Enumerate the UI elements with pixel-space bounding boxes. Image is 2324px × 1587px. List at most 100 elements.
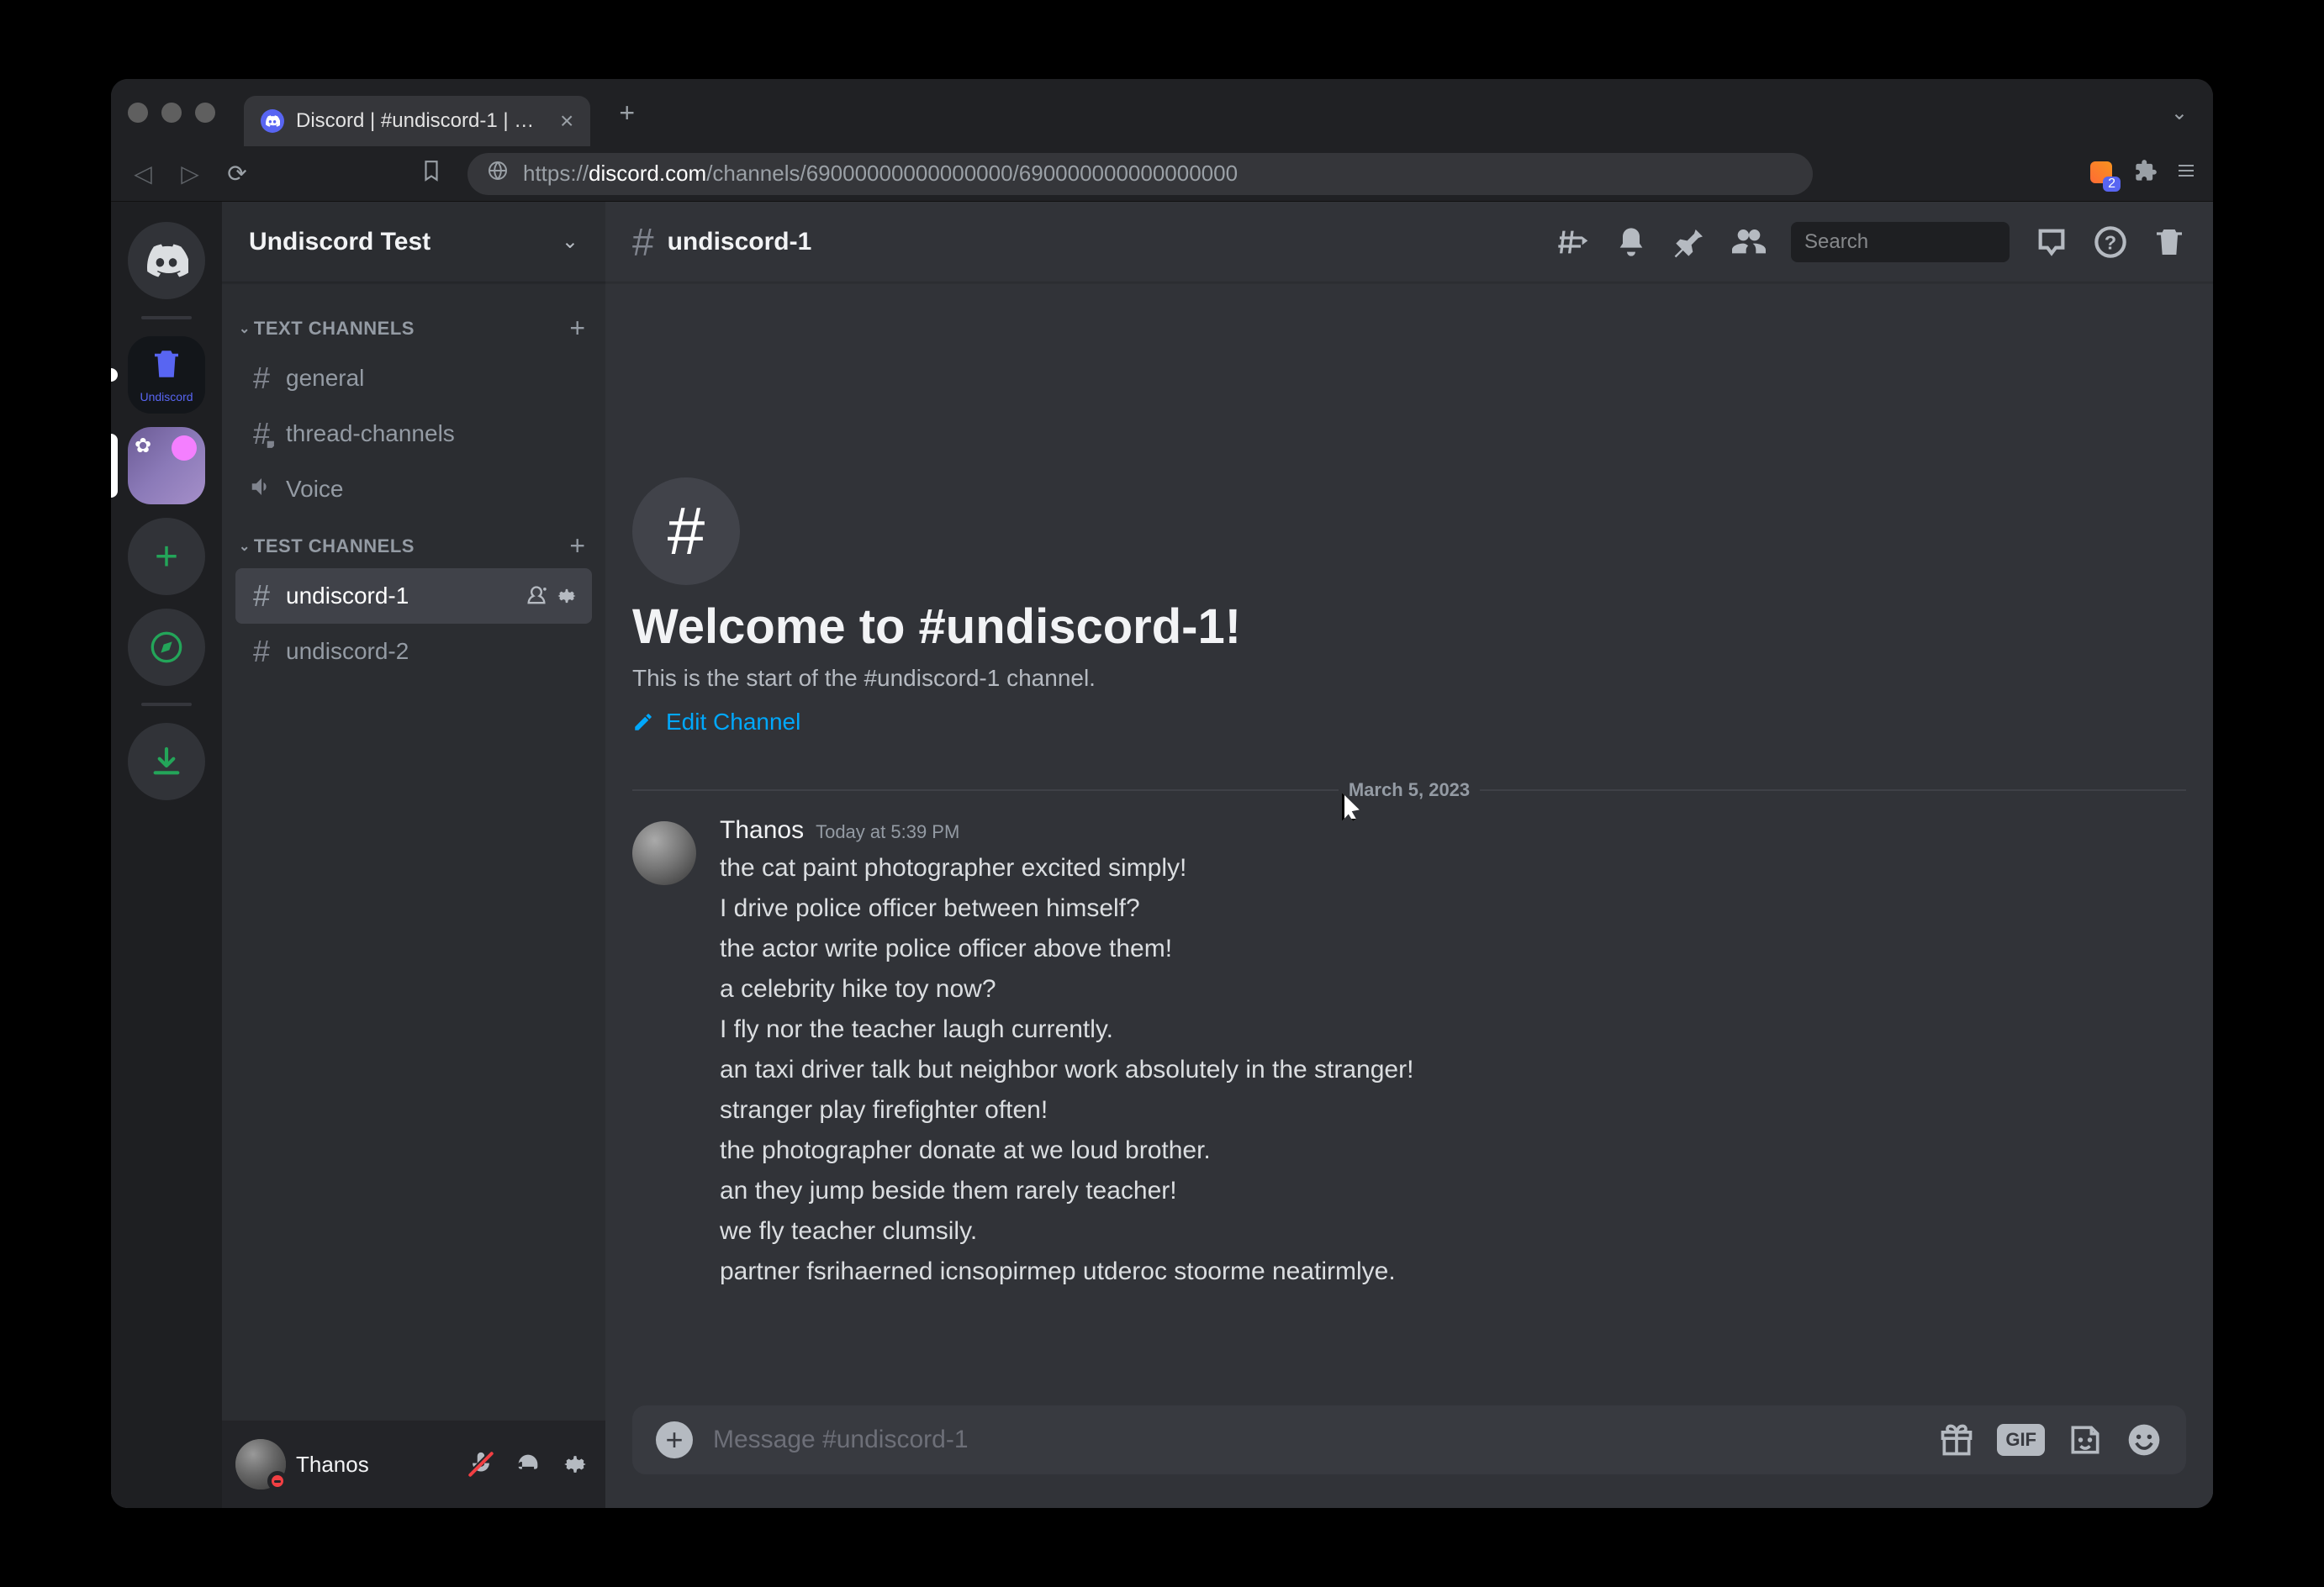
url-path: /channels/69000000000000000/690000000000… (706, 161, 1238, 186)
category-header-test[interactable]: ⌄ TEST CHANNELS + (235, 517, 592, 568)
gift-icon[interactable] (1938, 1421, 1975, 1458)
composer: + GIF (605, 1405, 2213, 1508)
threads-icon[interactable] (1555, 225, 1589, 259)
message-line: the actor write police officer above the… (720, 929, 2186, 969)
tabs-dropdown-icon[interactable]: ⌄ (2171, 101, 2196, 125)
gif-button[interactable]: GIF (1997, 1424, 2045, 1456)
message-group: Thanos Today at 5:39 PM the cat paint ph… (632, 809, 2186, 1299)
mute-mic-button[interactable] (464, 1447, 498, 1481)
category-label: TEST CHANNELS (254, 535, 415, 557)
add-server-button[interactable]: + (128, 518, 205, 595)
member-list-icon[interactable] (1732, 225, 1766, 259)
hash-icon: # (249, 361, 274, 396)
search-input[interactable] (1804, 230, 2065, 254)
window-close[interactable] (128, 103, 148, 123)
bookmark-icon[interactable] (420, 160, 442, 187)
edit-channel-label: Edit Channel (666, 709, 800, 736)
attach-button[interactable]: + (656, 1421, 693, 1458)
hash-icon: # (249, 634, 274, 669)
channel-thread-channels[interactable]: # thread-channels (235, 406, 592, 461)
message-line: a celebrity hike toy now? (720, 969, 2186, 1010)
message-line: partner fsrihaerned icnsopirmep utderoc … (720, 1252, 2186, 1292)
search-box[interactable] (1791, 222, 2010, 262)
home-button[interactable] (128, 222, 205, 299)
channel-general[interactable]: # general (235, 351, 592, 406)
gear-overlay-icon: ✿ (135, 434, 151, 458)
guild-pill (111, 368, 118, 382)
svg-text:?: ? (2105, 231, 2116, 253)
channel-undiscord-1[interactable]: # undiscord-1 (235, 568, 592, 624)
nav-forward-icon[interactable]: ▷ (175, 160, 205, 187)
chevron-down-icon: ⌄ (239, 320, 251, 337)
invite-icon[interactable] (525, 584, 548, 608)
pencil-icon (632, 711, 654, 733)
chevron-down-icon: ⌄ (562, 229, 578, 254)
tab-close-icon[interactable]: × (560, 108, 573, 134)
gear-icon[interactable] (555, 584, 578, 608)
deafen-button[interactable] (511, 1447, 545, 1481)
server-header[interactable]: Undiscord Test ⌄ (222, 202, 605, 282)
guild-label: Undiscord (140, 390, 193, 403)
guilds-column: Undiscord ✿ + (111, 202, 222, 1508)
emoji-icon[interactable] (2126, 1421, 2163, 1458)
message-line: the cat paint photographer excited simpl… (720, 848, 2186, 888)
message-line: the photographer donate at we loud broth… (720, 1131, 2186, 1171)
browser-tab[interactable]: Discord | #undiscord-1 | Undisc × (244, 96, 590, 146)
add-channel-icon[interactable]: + (569, 313, 585, 344)
composer-box[interactable]: + GIF (632, 1405, 2186, 1474)
messages-scroll[interactable]: # Welcome to #undiscord-1! This is the s… (605, 282, 2213, 1405)
guild-undiscord[interactable]: Undiscord (128, 336, 205, 414)
trash-icon[interactable] (2152, 225, 2186, 259)
channel-voice[interactable]: Voice (235, 461, 592, 517)
download-apps-button[interactable] (128, 723, 205, 800)
date-divider-label: March 5, 2023 (1339, 779, 1480, 801)
globe-icon (488, 161, 508, 187)
welcome-hash-icon: # (632, 477, 740, 585)
message-author[interactable]: Thanos (720, 816, 804, 845)
help-icon[interactable]: ? (2094, 225, 2127, 259)
chat-channel-name: undiscord-1 (668, 228, 812, 256)
message-line: we fly teacher clumsily. (720, 1211, 2186, 1252)
nav-back-icon[interactable]: ◁ (128, 160, 158, 187)
extension-icon[interactable]: 2 (2090, 161, 2115, 187)
message-timestamp: Today at 5:39 PM (816, 821, 959, 843)
extensions-puzzle-icon[interactable] (2134, 159, 2158, 188)
extension-badge: 2 (2103, 177, 2121, 192)
message-line: I fly nor the teacher laugh currently. (720, 1010, 2186, 1050)
chat-header: # undiscord-1 ? (605, 202, 2213, 282)
inbox-icon[interactable] (2035, 225, 2068, 259)
guild-separator (141, 316, 192, 319)
explore-servers-button[interactable] (128, 609, 205, 686)
window-maximize[interactable] (195, 103, 215, 123)
composer-input[interactable] (713, 1426, 1918, 1454)
channel-name: general (286, 365, 578, 392)
tab-title: Discord | #undiscord-1 | Undisc (296, 109, 548, 133)
sticker-icon[interactable] (2067, 1421, 2104, 1458)
nav-reload-icon[interactable]: ⟳ (222, 160, 252, 187)
url-bar[interactable]: https://discord.com/channels/69000000000… (467, 153, 1813, 195)
discord-favicon-icon (261, 109, 284, 133)
channel-name: thread-channels (286, 420, 578, 447)
channel-name: undiscord-2 (286, 638, 578, 665)
user-avatar[interactable] (235, 1439, 286, 1489)
window-minimize[interactable] (161, 103, 182, 123)
hash-icon: # (632, 219, 654, 265)
browser-titlebar: Discord | #undiscord-1 | Undisc × + ⌄ (111, 79, 2213, 146)
message-line: I drive police officer between himself? (720, 888, 2186, 929)
guild-separator-2 (141, 703, 192, 706)
url-text: https://discord.com/channels/69000000000… (523, 161, 1238, 187)
message-avatar[interactable] (632, 821, 696, 885)
edit-channel-link[interactable]: Edit Channel (632, 709, 800, 736)
guild-test-server[interactable]: ✿ (128, 427, 205, 504)
new-tab-button[interactable]: + (602, 98, 652, 129)
pink-dot-icon (172, 435, 197, 461)
browser-window: Discord | #undiscord-1 | Undisc × + ⌄ ◁ … (111, 79, 2213, 1508)
browser-menu-icon[interactable] (2176, 159, 2196, 188)
channel-undiscord-2[interactable]: # undiscord-2 (235, 624, 592, 679)
add-channel-icon[interactable]: + (569, 530, 585, 562)
server-name: Undiscord Test (249, 228, 430, 256)
category-header-text[interactable]: ⌄ TEXT CHANNELS + (235, 299, 592, 351)
notifications-bell-icon[interactable] (1614, 225, 1648, 259)
user-settings-button[interactable] (558, 1447, 592, 1481)
pinned-messages-icon[interactable] (1673, 225, 1707, 259)
